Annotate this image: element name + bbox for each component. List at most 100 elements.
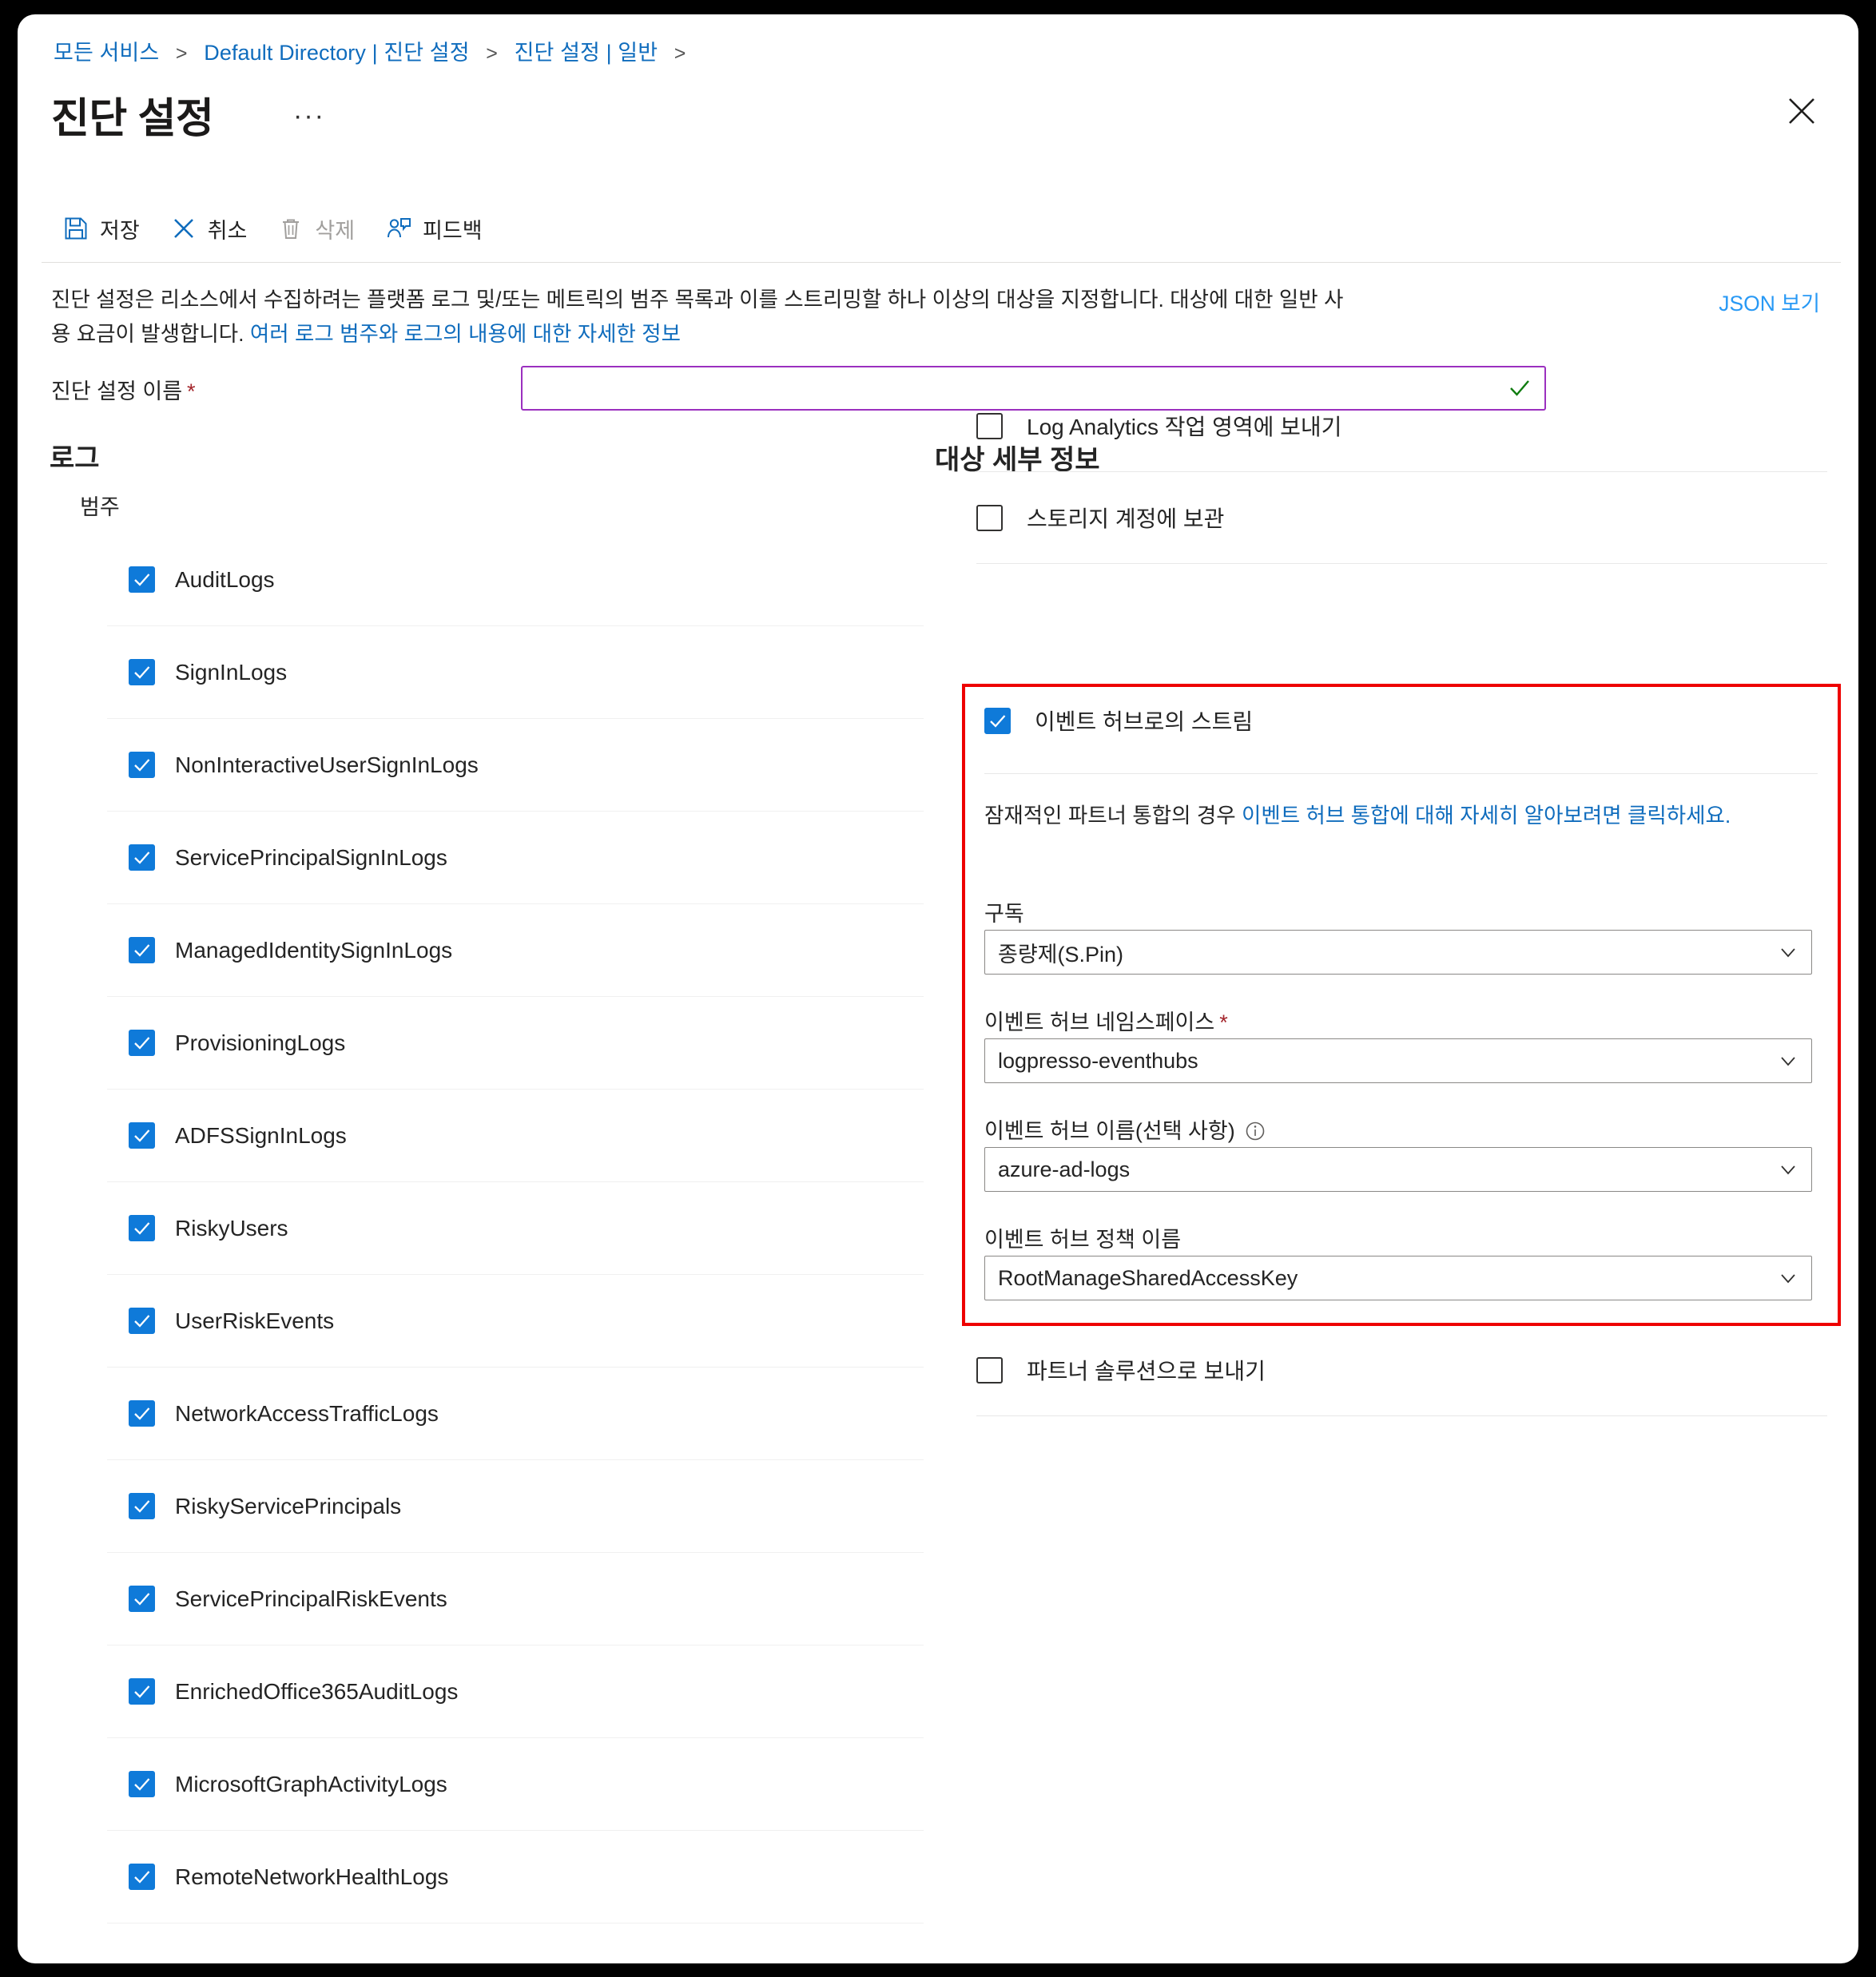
storage-account-checkbox[interactable] xyxy=(976,504,1003,531)
cancel-button[interactable]: 취소 xyxy=(170,213,248,244)
event-hub-namespace-label-text: 이벤트 허브 네임스페이스 xyxy=(984,1010,1215,1034)
event-hub-note-prefix: 잠재적인 파트너 통합의 경우 xyxy=(984,804,1242,828)
log-category-checkbox[interactable] xyxy=(129,1308,155,1334)
log-category-row[interactable]: NetworkAccessTrafficLogs xyxy=(107,1368,924,1460)
event-hub-checkbox[interactable] xyxy=(984,707,1011,734)
event-hub-name-value: azure-ad-logs xyxy=(998,1157,1131,1181)
log-category-checkbox[interactable] xyxy=(129,937,155,963)
description-body: 진단 설정은 리소스에서 수집하려는 플랫폼 로그 및/또는 메트릭의 범주 목… xyxy=(51,288,1344,346)
log-category-row[interactable]: ServicePrincipalSignInLogs xyxy=(107,812,924,904)
log-category-label: ManagedIdentitySignInLogs xyxy=(175,937,453,963)
trash-icon xyxy=(277,215,304,242)
diagnostic-settings-blade: 모든 서비스 > Default Directory | 진단 설정 > 진단 … xyxy=(18,14,1858,1963)
log-category-row[interactable]: ManagedIdentitySignInLogs xyxy=(107,904,924,997)
log-category-row[interactable]: ProvisioningLogs xyxy=(107,997,924,1090)
delete-button: 삭제 xyxy=(277,213,355,244)
log-category-label: EnrichedOffice365AuditLogs xyxy=(175,1678,459,1704)
partner-solution-checkbox[interactable] xyxy=(976,1356,1003,1384)
log-category-row[interactable]: UserRiskEvents xyxy=(107,1275,924,1368)
event-hub-note: 잠재적인 파트너 통합의 경우 이벤트 허브 통합에 대해 자세히 알아보려면 … xyxy=(984,799,1799,832)
json-view-link[interactable]: JSON 보기 xyxy=(1719,286,1820,317)
storage-account-destination-row[interactable]: 스토리지 계정에 보관 xyxy=(976,502,1827,534)
save-button[interactable]: 저장 xyxy=(62,213,140,244)
log-category-row[interactable]: RiskyServicePrincipals xyxy=(107,1460,924,1553)
close-icon[interactable] xyxy=(1783,93,1820,129)
log-category-row[interactable]: NonInteractiveUserSignInLogs xyxy=(107,719,924,812)
log-analytics-checkbox[interactable] xyxy=(976,412,1003,439)
event-hub-policy-label: 이벤트 허브 정책 이름 xyxy=(984,1228,1182,1252)
diagnostic-setting-name-label: 진단 설정 이름 * xyxy=(51,374,196,405)
log-category-label: RiskyServicePrincipals xyxy=(175,1493,402,1518)
log-category-row[interactable]: AuditLogs xyxy=(107,534,924,626)
event-hub-destination-row[interactable]: 이벤트 허브로의 스트림 xyxy=(984,705,1253,736)
save-icon xyxy=(62,215,89,242)
log-category-checkbox[interactable] xyxy=(129,844,155,871)
partner-solution-label: 파트너 솔루션으로 보내기 xyxy=(1027,1359,1266,1384)
log-category-checkbox[interactable] xyxy=(129,1400,155,1427)
log-analytics-destination-row[interactable]: Log Analytics 작업 영역에 보내기 xyxy=(976,410,1827,442)
feedback-person-icon xyxy=(385,215,412,242)
log-category-label: RiskyUsers xyxy=(175,1215,288,1241)
log-category-checkbox[interactable] xyxy=(129,1215,155,1241)
log-category-row[interactable]: ADFSSignInLogs xyxy=(107,1090,924,1182)
log-category-checkbox[interactable] xyxy=(129,1586,155,1612)
diagnostic-setting-name-input[interactable] xyxy=(523,367,1501,409)
delete-button-label: 삭제 xyxy=(315,218,356,243)
log-category-checkbox[interactable] xyxy=(129,1493,155,1519)
info-icon[interactable] xyxy=(1245,1121,1266,1141)
log-category-label: ServicePrincipalRiskEvents xyxy=(175,1586,447,1611)
event-hub-name-select[interactable]: azure-ad-logs xyxy=(984,1147,1812,1192)
log-category-checkbox[interactable] xyxy=(129,1678,155,1705)
event-hub-policy-select[interactable]: RootManageSharedAccessKey xyxy=(984,1256,1812,1300)
event-hub-name-label-text: 이벤트 허브 이름(선택 사항) xyxy=(984,1119,1235,1143)
log-category-row[interactable]: MicrosoftGraphActivityLogs xyxy=(107,1738,924,1831)
logs-section-heading: 로그 xyxy=(50,443,100,474)
log-category-label: UserRiskEvents xyxy=(175,1308,335,1333)
log-category-label: ADFSSignInLogs xyxy=(175,1122,347,1148)
checkmark-icon xyxy=(1501,375,1538,402)
log-analytics-label: Log Analytics 작업 영역에 보내기 xyxy=(1027,415,1342,439)
destination-divider xyxy=(976,563,1827,564)
breadcrumb-separator-icon: > xyxy=(486,42,498,65)
diagnostic-setting-name-field[interactable] xyxy=(521,366,1546,411)
cancel-icon xyxy=(170,215,197,242)
event-hub-namespace-select[interactable]: logpresso-eventhubs xyxy=(984,1038,1812,1083)
breadcrumb-item-diagnostic-settings-general[interactable]: 진단 설정 | 일반 xyxy=(515,41,658,65)
log-category-checkbox[interactable] xyxy=(129,752,155,778)
cancel-button-label: 취소 xyxy=(207,218,248,243)
more-options-button[interactable]: ··· xyxy=(293,102,325,129)
log-category-checkbox[interactable] xyxy=(129,566,155,593)
event-hub-highlight-box: 이벤트 허브로의 스트림 잠재적인 파트너 통합의 경우 이벤트 허브 통합에 … xyxy=(962,684,1841,1326)
description-text: 진단 설정은 리소스에서 수집하려는 플랫폼 로그 및/또는 메트릭의 범주 목… xyxy=(51,283,1353,351)
log-category-checkbox[interactable] xyxy=(129,1771,155,1797)
event-hub-policy-value: RootManageSharedAccessKey xyxy=(998,1265,1298,1290)
chevron-down-icon xyxy=(1776,1049,1800,1073)
log-category-checkbox[interactable] xyxy=(129,659,155,685)
categories-label: 범주 xyxy=(80,495,120,519)
log-category-label: RemoteNetworkHealthLogs xyxy=(175,1864,449,1889)
breadcrumb-item-all-services[interactable]: 모든 서비스 xyxy=(54,41,159,65)
log-category-checkbox[interactable] xyxy=(129,1030,155,1056)
log-category-row[interactable]: SignInLogs xyxy=(107,626,924,719)
log-category-row[interactable]: RiskyUsers xyxy=(107,1182,924,1275)
destination-divider xyxy=(976,1415,1827,1416)
log-category-row[interactable]: RemoteNetworkHealthLogs xyxy=(107,1831,924,1923)
required-marker: * xyxy=(1219,1010,1228,1034)
log-category-list: AuditLogs SignInLogs NonInteractiveUserSig… xyxy=(107,534,924,1923)
subscription-select[interactable]: 종량제(S.Pin) xyxy=(984,930,1812,975)
required-marker: * xyxy=(187,379,196,403)
log-category-row[interactable]: ServicePrincipalRiskEvents xyxy=(107,1553,924,1646)
partner-solution-destination-row[interactable]: 파트너 솔루션으로 보내기 xyxy=(976,1354,1827,1386)
event-hub-integration-link[interactable]: 이벤트 허브 통합에 대해 자세히 알아보려면 클릭하세요. xyxy=(1242,804,1731,828)
name-label-text: 진단 설정 이름 xyxy=(51,379,183,403)
breadcrumb-separator-icon: > xyxy=(175,42,188,65)
log-category-checkbox[interactable] xyxy=(129,1122,155,1149)
log-category-row[interactable]: EnrichedOffice365AuditLogs xyxy=(107,1646,924,1738)
feedback-button[interactable]: 피드백 xyxy=(385,213,483,244)
event-hub-label: 이벤트 허브로의 스트림 xyxy=(1035,709,1254,734)
event-hub-name-label: 이벤트 허브 이름(선택 사항) xyxy=(984,1114,1266,1145)
log-category-checkbox[interactable] xyxy=(129,1864,155,1890)
breadcrumb-item-default-directory[interactable]: Default Directory | 진단 설정 xyxy=(204,41,469,65)
learn-more-link[interactable]: 여러 로그 범주와 로그의 내용에 대한 자세한 정보 xyxy=(250,322,681,346)
log-category-label: MicrosoftGraphActivityLogs xyxy=(175,1771,447,1796)
